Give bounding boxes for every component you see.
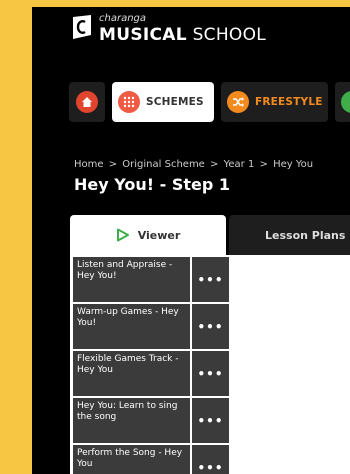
- nav-schemes-label: SCHEMES: [146, 96, 204, 108]
- breadcrumb-scheme[interactable]: Original Scheme: [122, 159, 205, 170]
- home-icon: [76, 91, 98, 113]
- list-item: Hey You: Learn to sing the song •••: [73, 398, 229, 443]
- nav-home-button[interactable]: [69, 82, 105, 122]
- logo-bold: MUSICAL: [99, 25, 187, 45]
- breadcrumb-unit[interactable]: Hey You: [273, 159, 313, 170]
- resource-title-button[interactable]: Listen and Appraise - Hey You!: [73, 257, 190, 302]
- breadcrumb-separator: >: [259, 159, 268, 170]
- list-item: Warm-up Games - Hey You! •••: [73, 304, 229, 349]
- nav-freestyle-button[interactable]: FREESTYLE: [221, 82, 328, 122]
- list-item: Listen and Appraise - Hey You! •••: [73, 257, 229, 302]
- tab-viewer-label: Viewer: [137, 228, 181, 242]
- logo-wordmark: MUSICAL SCHOOL: [99, 25, 266, 45]
- more-options-button[interactable]: •••: [192, 304, 229, 349]
- resource-title-button[interactable]: Flexible Games Track - Hey You: [73, 351, 190, 396]
- breadcrumb-home[interactable]: Home: [74, 159, 104, 170]
- page-title: Hey You! - Step 1: [74, 175, 230, 194]
- shuffle-icon: [227, 91, 249, 113]
- resource-title-button[interactable]: Hey You: Learn to sing the song: [73, 398, 190, 443]
- breadcrumb-year[interactable]: Year 1: [224, 159, 255, 170]
- nav-freestyle-label: FREESTYLE: [255, 96, 323, 108]
- app-screen: charanga MUSICAL SCHOOL SCHEMES FREESTYL…: [32, 7, 350, 474]
- breadcrumb: Home > Original Scheme > Year 1 > Hey Yo…: [74, 159, 315, 170]
- more-icon: [341, 91, 350, 113]
- breadcrumb-separator: >: [108, 159, 118, 170]
- logo-light: SCHOOL: [192, 25, 267, 45]
- grid-icon: [118, 91, 140, 113]
- tab-lesson-plans[interactable]: Lesson Plans: [229, 215, 350, 255]
- more-options-button[interactable]: •••: [192, 398, 229, 443]
- list-item: Perform the Song - Hey You •••: [73, 445, 229, 474]
- tab-viewer[interactable]: Viewer: [70, 215, 226, 255]
- more-options-button[interactable]: •••: [192, 445, 229, 474]
- resource-list: Listen and Appraise - Hey You! ••• Warm-…: [73, 257, 229, 474]
- nav-more-button[interactable]: [335, 82, 350, 122]
- more-options-button[interactable]: •••: [192, 257, 229, 302]
- resource-title-button[interactable]: Warm-up Games - Hey You!: [73, 304, 190, 349]
- play-icon: [116, 228, 129, 242]
- resource-title-button[interactable]: Perform the Song - Hey You: [73, 445, 190, 474]
- main-nav: SCHEMES FREESTYLE: [69, 82, 350, 122]
- nav-schemes-button[interactable]: SCHEMES: [112, 82, 214, 122]
- breadcrumb-separator: >: [210, 159, 219, 170]
- more-options-button[interactable]: •••: [192, 351, 229, 396]
- tab-lesson-plans-label: Lesson Plans: [265, 228, 346, 242]
- logo-icon: [73, 15, 91, 39]
- logo-small-text: charanga: [99, 13, 147, 24]
- list-item: Flexible Games Track - Hey You •••: [73, 351, 229, 396]
